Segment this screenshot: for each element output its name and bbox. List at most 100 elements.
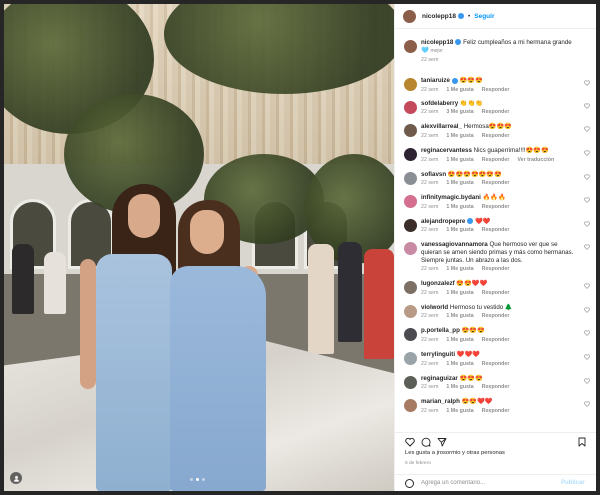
comment-text: ❤️❤️ [475,217,491,225]
reply-button[interactable]: Responder [482,87,510,93]
comment: reginaguizar 😍😍😍 22 sem 1 Me gusta Respond… [395,374,596,390]
like-heart-icon[interactable] [584,103,590,109]
comment-username[interactable]: sofiavsn [421,171,446,178]
comment-username[interactable]: alejandropepre [421,218,465,225]
like-heart-icon[interactable] [584,283,590,289]
comment: taniaruize 😍😍😍 22 sem 1 Me gusta Responder [395,77,596,93]
comment-avatar[interactable] [404,328,417,342]
like-heart-icon[interactable] [584,174,590,180]
reply-button[interactable]: Responder [482,266,510,272]
reply-button[interactable]: Responder [482,180,510,186]
post-date: 6 de febrero [405,461,431,466]
like-heart-icon[interactable] [584,150,590,156]
reply-button[interactable]: Responder [482,109,510,115]
comment-input[interactable] [421,480,561,486]
reply-button[interactable]: Responder [482,384,510,390]
like-heart-icon[interactable] [584,197,590,203]
comment-avatar[interactable] [404,375,417,389]
comment-avatar[interactable] [404,78,417,92]
reply-button[interactable]: Responder [482,361,510,367]
comment-text: 😍😍😍 [459,77,483,85]
comment-username[interactable]: alexvillarreal_ [421,123,462,130]
reply-button[interactable]: Responder [482,337,510,343]
caption-username[interactable]: nicolepp18 [421,39,453,46]
comment-avatar[interactable] [404,147,417,161]
reply-button[interactable]: Responder [482,290,510,296]
caption-tail: mejor [430,47,443,54]
emoji-icon[interactable] [405,478,414,488]
comment-username[interactable]: vanessagiovannamora [421,241,488,248]
post-photo[interactable] [4,4,394,491]
comment-avatar[interactable] [404,281,417,295]
caption: nicolepp18 Feliz cumpleaños a mi hermana… [395,39,596,63]
reply-button[interactable]: Responder [482,157,510,163]
comment-avatar[interactable] [404,124,417,138]
comment-username[interactable]: lugonzalezf [421,280,455,287]
comment-avatar[interactable] [404,195,417,209]
author-username[interactable]: nicolepp18 [422,13,456,20]
comment-username[interactable]: terrylinguiti [421,351,455,358]
like-heart-icon[interactable] [584,378,590,384]
comment-icon[interactable] [421,437,431,447]
like-heart-icon[interactable] [584,80,590,87]
publish-button[interactable]: Publicar [561,480,585,486]
like-heart-icon[interactable] [584,401,590,407]
comment-username[interactable]: reginacervantess [421,147,472,154]
caption-avatar[interactable] [404,40,417,53]
comment-username[interactable]: violworld [421,304,448,311]
like-heart-icon[interactable] [584,307,590,313]
comment: sofiavsn 😍😍😍😍😍😍😍 22 sem 1 Me gusta Respond… [395,170,596,186]
author-avatar[interactable] [403,9,416,23]
save-bookmark-icon[interactable] [577,437,587,447]
carousel-dot [190,478,193,481]
reply-button[interactable]: Responder [482,227,510,233]
comment: alejandropepre ❤️❤️ 22 sem 1 Me gusta Resp… [395,217,596,233]
comment-avatar[interactable] [404,304,417,318]
likes-summary[interactable]: Les gusta a jrosormio y otras personas [405,450,505,456]
comment-text: 😍😍😍😍😍😍😍 [447,170,502,178]
comment-username[interactable]: p.portella_pp [421,327,460,334]
verified-icon [451,77,458,84]
comment-username[interactable]: sofdelaberry [421,100,458,107]
comment-text: ❤️❤️❤️ [456,350,480,358]
comments-list[interactable]: nicolepp18 Feliz cumpleaños a mi hermana… [395,30,596,428]
reply-button[interactable]: Responder [482,204,510,210]
comment-username[interactable]: taniaruize [421,77,450,84]
comment-text: 😍😍❤️❤️ [461,398,493,406]
add-comment-bar: Publicar [395,474,596,491]
like-heart-icon[interactable] [584,221,590,227]
comment-username[interactable]: reginaguizar [421,375,458,382]
reply-button[interactable]: Responder [482,133,510,139]
media-indicator-icon[interactable] [10,472,22,484]
post-actions [395,432,596,448]
verified-icon [455,39,462,46]
comment-text: 😍😍😍 [459,374,483,382]
comment-avatar[interactable] [404,218,417,232]
translate-link[interactable]: Ver traducción [517,157,554,163]
like-heart-icon[interactable] [584,244,590,251]
follow-button[interactable]: Seguir [474,13,494,20]
verified-icon [457,13,464,19]
comment-avatar[interactable] [404,242,417,256]
comment: infinitymagic.bydani 🔥🔥🔥 22 sem 1 Me gust… [395,194,596,210]
comment-username[interactable]: infinitymagic.bydani [421,194,481,201]
like-heart-icon[interactable] [584,354,590,360]
woman-right [170,266,266,491]
comment-avatar[interactable] [404,171,417,185]
comment-username[interactable]: marian_ralph [421,398,460,405]
comment: marian_ralph 😍😍❤️❤️ 22 sem 1 Me gusta Resp… [395,398,596,414]
comment-avatar[interactable] [404,351,417,365]
share-icon[interactable] [437,437,447,447]
comment: reginacervantess Nics guaperrima!!!!😍😍😍 … [395,147,596,163]
comment-avatar[interactable] [404,100,417,114]
like-heart-icon[interactable] [584,330,590,337]
comment-text: Hermoso tu vestido 🌲 [449,303,513,311]
like-heart-icon[interactable] [405,437,415,447]
reply-button[interactable]: Responder [482,313,510,319]
carousel-dot [202,478,205,481]
reply-button[interactable]: Responder [482,408,510,414]
comment-avatar[interactable] [404,399,417,413]
like-heart-icon[interactable] [584,126,590,133]
comment-text: 👏👏👏 [459,99,483,107]
comment: p.portella_pp 😍😍😍 22 sem 1 Me gusta Respon… [395,327,596,343]
